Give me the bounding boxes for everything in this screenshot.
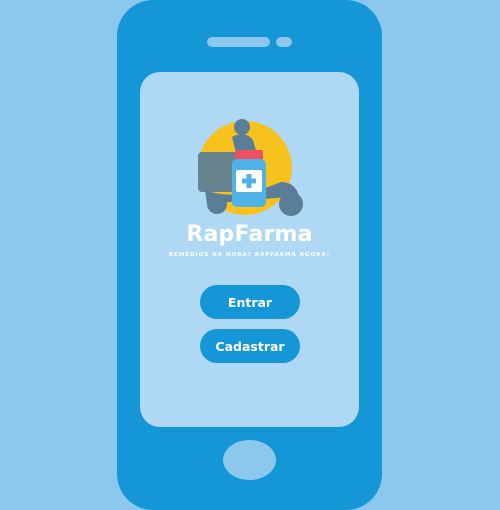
front-wheel [279,192,303,216]
cross-horizontal [242,178,256,184]
rider-head [234,119,250,135]
rear-wheel [207,194,227,214]
login-button[interactable]: Entrar [200,285,300,319]
bottle-cap [235,150,263,160]
home-button[interactable] [223,440,276,480]
app-title: RapFarma [186,222,313,247]
register-button[interactable]: Cadastrar [200,329,300,363]
camera-slot [276,37,292,47]
speaker-slot [207,37,270,47]
delivery-scooter-with-medicine-bottle-icon [198,119,303,216]
app-tagline: REMÉDIOS NA HORA? RAPFARMA AGORA! [168,252,331,258]
